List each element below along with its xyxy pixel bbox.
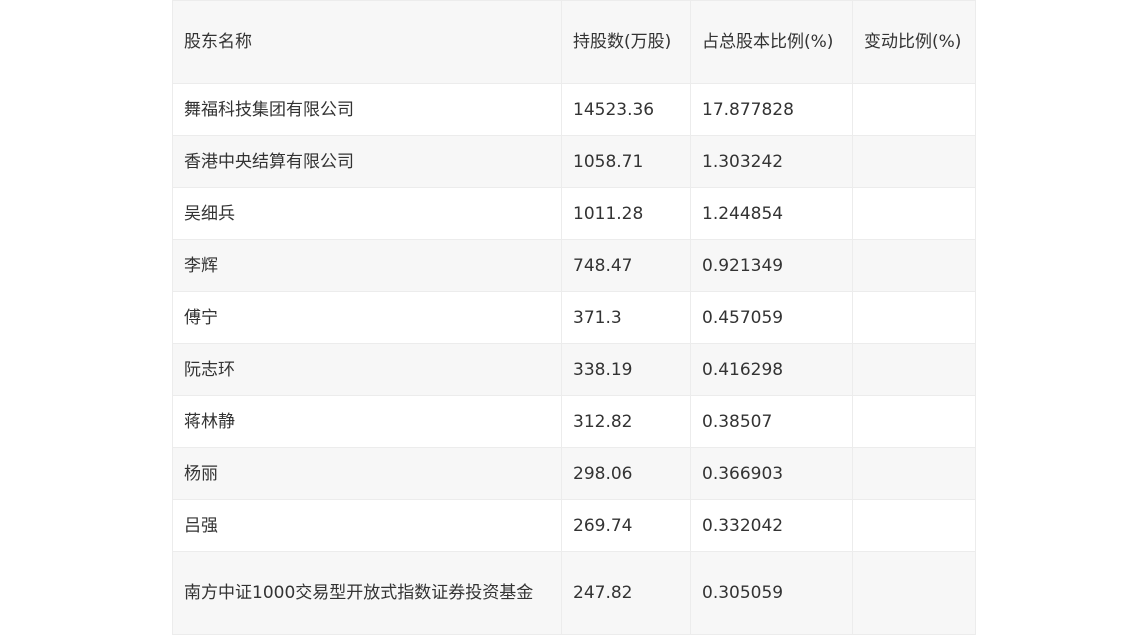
cell-shares-held: 269.74 xyxy=(561,499,691,552)
cell-shareholder-name: 南方中证1000交易型开放式指数证券投资基金 xyxy=(172,551,562,635)
cell-shares-held: 338.19 xyxy=(561,343,691,396)
table-row: 杨丽 298.06 0.366903 xyxy=(172,447,976,500)
cell-shareholder-name: 香港中央结算有限公司 xyxy=(172,135,562,188)
table-row: 李辉 748.47 0.921349 xyxy=(172,239,976,292)
header-share-ratio: 占总股本比例(%) xyxy=(690,0,853,84)
cell-shares-held: 1058.71 xyxy=(561,135,691,188)
cell-shares-held: 748.47 xyxy=(561,239,691,292)
table-row: 香港中央结算有限公司 1058.71 1.303242 xyxy=(172,135,976,188)
cell-share-ratio: 0.305059 xyxy=(690,551,853,635)
cell-share-ratio: 0.457059 xyxy=(690,291,853,344)
cell-change-ratio xyxy=(852,343,976,396)
cell-shareholder-name: 舞福科技集团有限公司 xyxy=(172,83,562,136)
header-change-ratio: 变动比例(%) xyxy=(852,0,976,84)
table-row: 傅宁 371.3 0.457059 xyxy=(172,291,976,344)
shareholder-table-container: 股东名称 持股数(万股) 占总股本比例(%) 变动比例(%) 舞福科技集团有限公… xyxy=(172,0,976,635)
cell-share-ratio: 1.303242 xyxy=(690,135,853,188)
table-row: 吕强 269.74 0.332042 xyxy=(172,499,976,552)
cell-shares-held: 298.06 xyxy=(561,447,691,500)
cell-share-ratio: 0.38507 xyxy=(690,395,853,448)
table-row: 蒋林静 312.82 0.38507 xyxy=(172,395,976,448)
cell-change-ratio xyxy=(852,499,976,552)
cell-change-ratio xyxy=(852,551,976,635)
cell-change-ratio xyxy=(852,239,976,292)
table-row: 南方中证1000交易型开放式指数证券投资基金 247.82 0.305059 xyxy=(172,551,976,635)
cell-share-ratio: 17.877828 xyxy=(690,83,853,136)
cell-change-ratio xyxy=(852,291,976,344)
cell-shareholder-name: 李辉 xyxy=(172,239,562,292)
header-shareholder-name: 股东名称 xyxy=(172,0,562,84)
cell-share-ratio: 0.416298 xyxy=(690,343,853,396)
cell-shares-held: 14523.36 xyxy=(561,83,691,136)
cell-shareholder-name: 吴细兵 xyxy=(172,187,562,240)
cell-share-ratio: 1.244854 xyxy=(690,187,853,240)
table-row: 阮志环 338.19 0.416298 xyxy=(172,343,976,396)
cell-shares-held: 371.3 xyxy=(561,291,691,344)
cell-shareholder-name: 吕强 xyxy=(172,499,562,552)
cell-shareholder-name: 阮志环 xyxy=(172,343,562,396)
cell-change-ratio xyxy=(852,395,976,448)
cell-change-ratio xyxy=(852,447,976,500)
cell-shareholder-name: 杨丽 xyxy=(172,447,562,500)
header-shares-held: 持股数(万股) xyxy=(561,0,691,84)
cell-share-ratio: 0.332042 xyxy=(690,499,853,552)
cell-change-ratio xyxy=(852,187,976,240)
cell-shareholder-name: 傅宁 xyxy=(172,291,562,344)
cell-shares-held: 247.82 xyxy=(561,551,691,635)
cell-shares-held: 1011.28 xyxy=(561,187,691,240)
cell-change-ratio xyxy=(852,83,976,136)
cell-shareholder-name: 蒋林静 xyxy=(172,395,562,448)
cell-change-ratio xyxy=(852,135,976,188)
table-row: 吴细兵 1011.28 1.244854 xyxy=(172,187,976,240)
shareholder-table: 股东名称 持股数(万股) 占总股本比例(%) 变动比例(%) 舞福科技集团有限公… xyxy=(172,0,976,635)
table-row: 舞福科技集团有限公司 14523.36 17.877828 xyxy=(172,83,976,136)
table-header-row: 股东名称 持股数(万股) 占总股本比例(%) 变动比例(%) xyxy=(172,0,976,84)
cell-shares-held: 312.82 xyxy=(561,395,691,448)
cell-share-ratio: 0.921349 xyxy=(690,239,853,292)
cell-share-ratio: 0.366903 xyxy=(690,447,853,500)
